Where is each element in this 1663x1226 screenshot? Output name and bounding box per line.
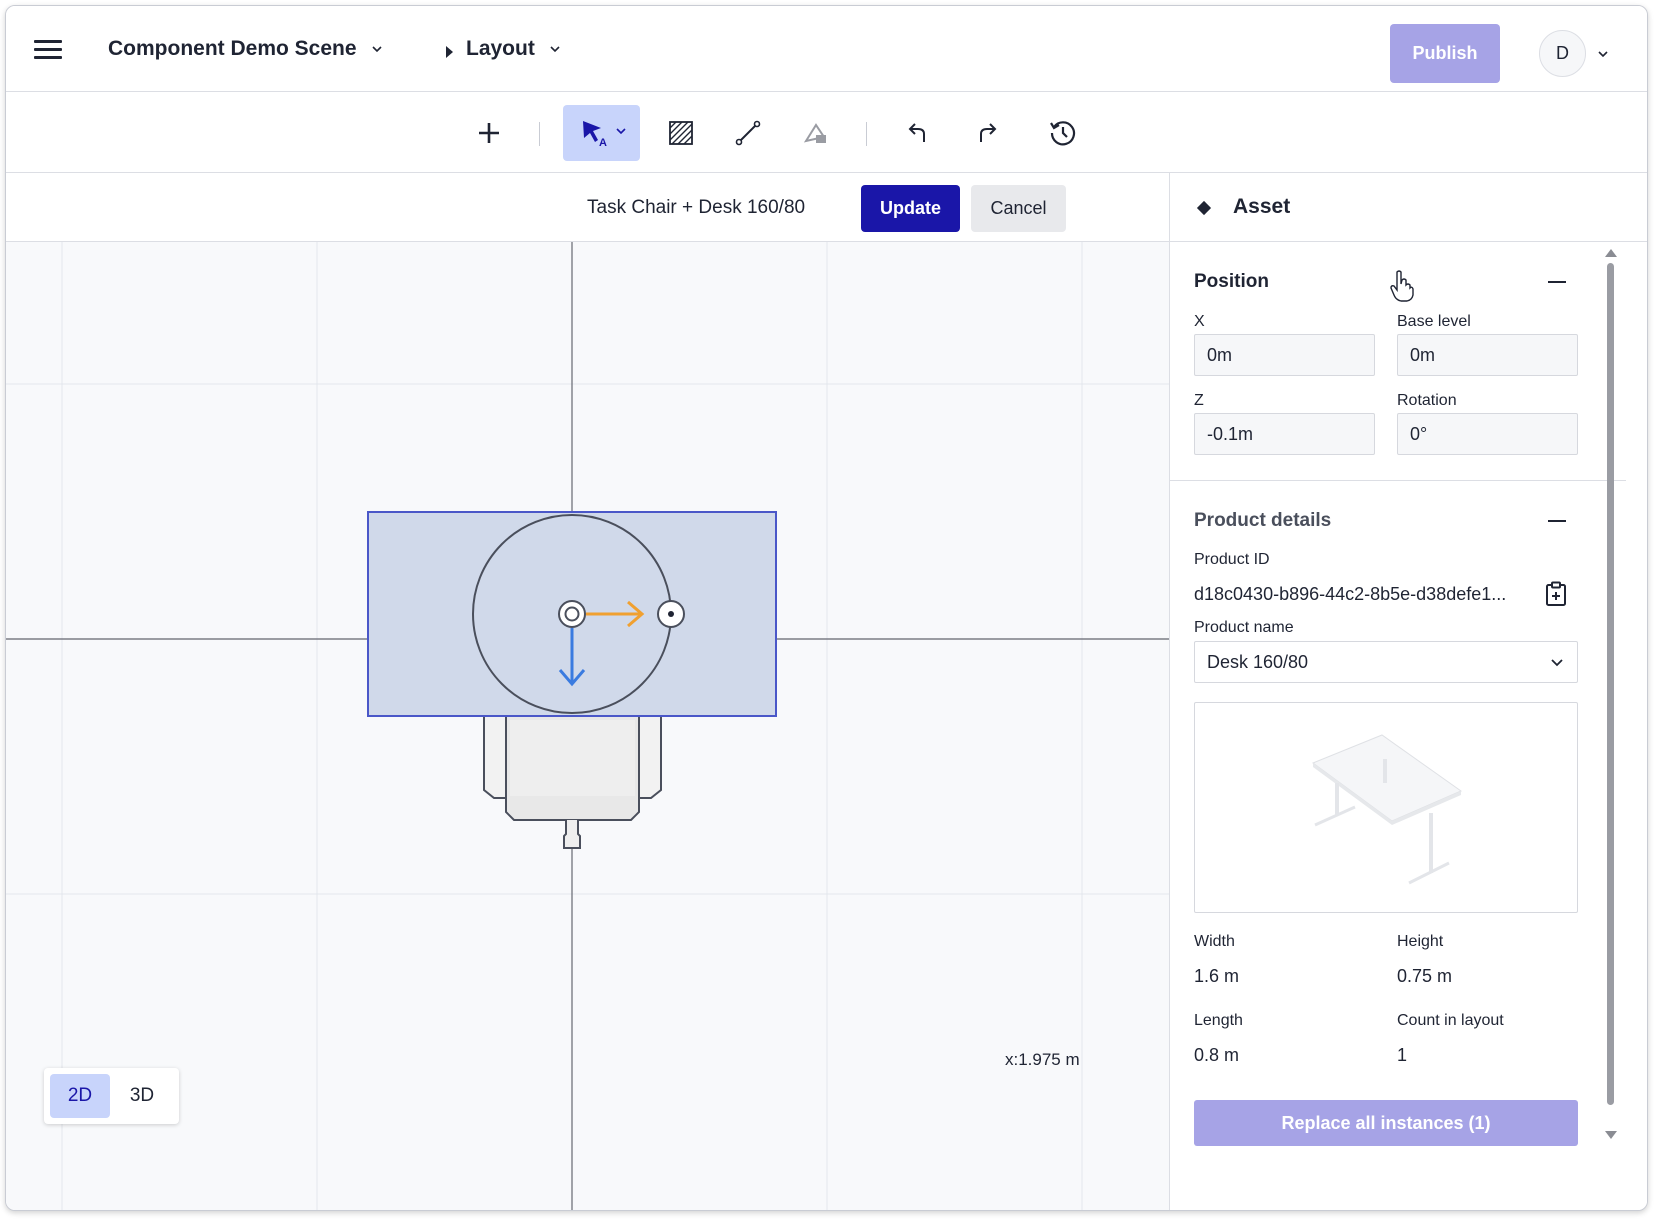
scene-selector[interactable]: Component Demo Scene (108, 37, 383, 61)
section-divider (1170, 480, 1626, 481)
product-name-value: Desk 160/80 (1207, 652, 1309, 672)
asset-diamond-icon (1196, 200, 1212, 216)
chevron-down-icon (550, 46, 560, 53)
history-icon (1050, 121, 1076, 146)
paint-bucket-button[interactable] (796, 105, 836, 161)
width-value: 1.6 m (1194, 966, 1240, 986)
paint-bucket-icon (803, 123, 826, 143)
length-value: 0.8 m (1194, 1045, 1240, 1065)
position-section-title: Position (1194, 271, 1269, 292)
scroll-down-icon[interactable] (1605, 1131, 1617, 1139)
section-name: Layout (466, 37, 535, 60)
add-button[interactable] (469, 105, 509, 161)
count-value: 1 (1397, 1045, 1408, 1065)
base-level-label: Base level (1397, 313, 1471, 330)
add-icon (479, 123, 499, 143)
task-chair[interactable] (483, 715, 662, 849)
floor-plan[interactable] (6, 242, 1169, 1211)
toolbar-divider (539, 122, 540, 146)
product-preview (1194, 702, 1578, 913)
publish-button[interactable]: Publish (1390, 24, 1500, 83)
section-selector[interactable]: Layout (466, 37, 561, 61)
redo-icon (980, 123, 997, 142)
desk-thumbnail (1311, 734, 1463, 885)
product-details-section-title: Product details (1194, 510, 1332, 531)
menu-icon[interactable] (34, 40, 62, 60)
update-button[interactable]: Update (861, 185, 960, 232)
collapse-product-icon[interactable] (1548, 520, 1566, 522)
product-name-select[interactable]: Desk 160/80 (1194, 641, 1578, 683)
redo-button[interactable] (966, 105, 1006, 161)
product-name-label: Product name (1194, 619, 1294, 636)
hand-cursor-icon (1390, 270, 1414, 302)
chevron-down-icon (1551, 659, 1563, 667)
count-label: Count in layout (1397, 1012, 1504, 1029)
hatch-area-icon (669, 121, 693, 145)
layout-canvas[interactable]: x:1.975 m 2D 3D (6, 242, 1169, 1211)
panel-scrollbar[interactable] (1604, 249, 1617, 1139)
chevron-down-icon (371, 46, 382, 53)
panel-title: Asset (1233, 195, 1291, 218)
scroll-up-icon[interactable] (1605, 249, 1617, 257)
scene-name: Component Demo Scene (108, 37, 357, 60)
edit-bar: Task Chair + Desk 160/80 Update Cancel (6, 173, 1169, 242)
avatar[interactable]: D (1539, 30, 1586, 77)
undo-icon (908, 123, 925, 142)
rotation-input[interactable] (1397, 413, 1578, 455)
toolbar-divider (866, 122, 867, 146)
z-input[interactable] (1194, 413, 1375, 455)
length-label: Length (1194, 1012, 1243, 1029)
asset-panel: Asset Position X Base level Z Rotation P… (1169, 173, 1647, 1210)
base-level-input[interactable] (1397, 334, 1578, 376)
hatch-area-button[interactable] (661, 105, 701, 161)
edit-item-label: Task Chair + Desk 160/80 (587, 197, 806, 218)
height-value: 0.75 m (1397, 966, 1453, 986)
select-tool-button[interactable]: A (563, 105, 640, 161)
app-window: Component Demo Scene Layout Publish D A (5, 5, 1648, 1211)
view-2d-button[interactable]: 2D (50, 1074, 110, 1118)
top-header: Component Demo Scene Layout Publish D (6, 6, 1647, 92)
select-tool-icon: A (582, 121, 626, 148)
x-label: X (1194, 313, 1205, 330)
product-id-value: d18c0430-b896-44c2-8b5e-d38defe1... (1194, 584, 1507, 604)
replace-all-instances-button[interactable]: Replace all instances (1) (1194, 1100, 1578, 1146)
height-label: Height (1397, 933, 1444, 950)
collapse-position-icon[interactable] (1548, 281, 1566, 283)
z-label: Z (1194, 392, 1204, 409)
x-input[interactable] (1194, 334, 1375, 376)
coordinate-readout: x:1.975 m (1005, 1050, 1080, 1069)
chevron-down-icon[interactable] (1597, 48, 1609, 60)
svg-text:A: A (599, 137, 607, 148)
line-draw-button[interactable] (728, 105, 768, 161)
scroll-thumb[interactable] (1607, 263, 1614, 1105)
cancel-button[interactable]: Cancel (971, 185, 1066, 232)
view-3d-button[interactable]: 3D (112, 1074, 172, 1118)
undo-button[interactable] (899, 105, 939, 161)
breadcrumb-separator-icon (446, 46, 453, 58)
history-button[interactable] (1043, 105, 1083, 161)
product-id-label: Product ID (1194, 551, 1270, 568)
panel-header: Asset (1170, 173, 1647, 242)
view-mode-toggle: 2D 3D (44, 1068, 179, 1124)
copy-clipboard-icon[interactable] (1545, 581, 1567, 607)
toolbar: A (6, 92, 1647, 173)
width-label: Width (1194, 933, 1235, 950)
line-draw-icon (735, 120, 761, 146)
rotation-label: Rotation (1397, 392, 1457, 409)
